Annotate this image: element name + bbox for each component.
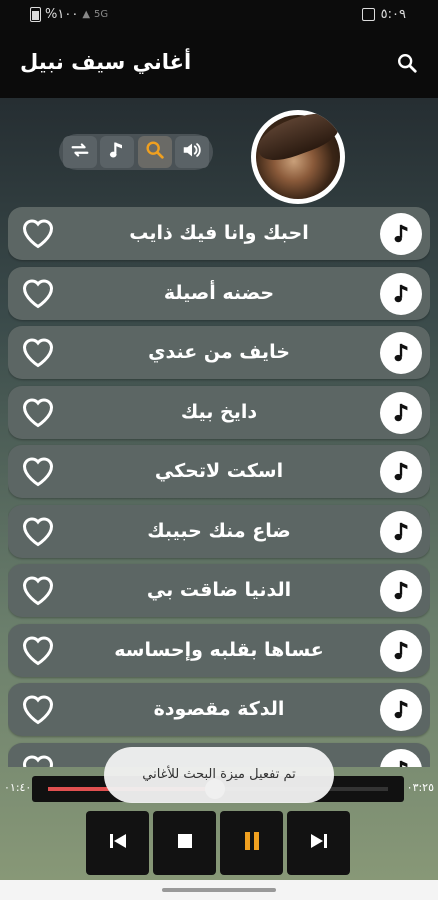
song-row[interactable]: حضنه أصيلة (8, 266, 430, 320)
music-note-icon[interactable] (380, 272, 422, 315)
favorite-heart-icon[interactable] (20, 514, 56, 552)
favorite-heart-icon[interactable] (20, 335, 56, 373)
music-note-icon[interactable] (380, 689, 422, 731)
repeat-button[interactable] (63, 136, 97, 168)
song-title: حضنه أصيلة (163, 281, 275, 304)
app-title: أغاني سيف نبيل (20, 50, 192, 74)
song-row[interactable]: دايخ بيك (8, 385, 430, 439)
music-note-icon (107, 139, 127, 165)
song-row[interactable]: ضاع منك حبيبك (8, 504, 430, 558)
home-gesture-handle[interactable] (162, 888, 276, 892)
song-row[interactable]: الدكة مقصودة (8, 683, 430, 736)
pause-icon (243, 831, 261, 855)
next-button[interactable] (287, 811, 350, 875)
favorite-heart-icon[interactable] (20, 692, 56, 730)
search-icon[interactable] (396, 52, 418, 78)
song-title: الدكة مقصودة (153, 698, 285, 720)
volume-icon (180, 139, 204, 165)
song-title: احبك وانا فيك ذايب (129, 222, 309, 244)
system-nav-bar (0, 880, 438, 900)
skip-next-icon (309, 832, 329, 854)
music-note-icon[interactable] (380, 629, 422, 672)
repeat-icon (69, 139, 91, 165)
music-note-icon[interactable] (380, 570, 422, 612)
music-note-icon[interactable] (380, 748, 422, 767)
notification-icon (361, 8, 375, 21)
favorite-heart-icon[interactable] (20, 395, 56, 433)
song-title: ضاع منك حبيبك (147, 519, 291, 542)
favorite-heart-icon[interactable] (20, 454, 56, 492)
music-button[interactable] (100, 136, 135, 168)
skip-previous-icon (108, 832, 128, 854)
battery-level: %١٠٠ (45, 7, 79, 22)
song-row[interactable]: عساها بقلبه وإحساسه (8, 623, 430, 677)
toast-message: تم تفعيل ميزة البحث للأغاني (104, 747, 334, 803)
favorite-heart-icon[interactable] (20, 633, 56, 671)
network-type: 5G (94, 9, 109, 20)
search-icon (144, 139, 166, 165)
song-title: دايخ بيك (180, 400, 258, 423)
favorite-heart-icon[interactable] (20, 573, 56, 611)
song-title: الدنيا ضاقت بي (146, 579, 292, 601)
media-toolbar (59, 134, 213, 170)
total-time: ٠٣:٢٥ (406, 781, 434, 794)
music-note-icon[interactable] (380, 332, 422, 374)
playback-controls (86, 811, 350, 875)
previous-button[interactable] (86, 811, 149, 875)
favorite-heart-icon[interactable] (20, 276, 56, 314)
stop-button[interactable] (153, 811, 216, 875)
app-bar: أغاني سيف نبيل (0, 30, 438, 98)
song-search-button[interactable] (137, 136, 172, 168)
elapsed-time: ٠١:٤٠ (4, 781, 32, 794)
status-bar: %١٠٠ ▲ 5G ٥:٠٩ (0, 0, 438, 30)
song-row[interactable]: خايف من عندي (8, 326, 430, 379)
battery-icon (30, 7, 41, 22)
volume-button[interactable] (174, 136, 209, 168)
signal-icon: ▲ (82, 9, 91, 20)
song-title: خايف من عندي (148, 341, 290, 363)
song-row[interactable]: احبك وانا فيك ذايب (8, 207, 430, 260)
clock: ٥:٠٩ (380, 7, 406, 22)
favorite-heart-icon[interactable] (20, 216, 56, 254)
song-row[interactable]: اسكت لاتحكي (8, 445, 430, 498)
song-row[interactable]: الدنيا ضاقت بي (8, 564, 430, 617)
music-note-icon[interactable] (380, 391, 422, 434)
favorite-heart-icon[interactable] (20, 752, 56, 767)
music-note-icon[interactable] (380, 213, 422, 255)
song-list: احبك وانا فيك ذايب حضنه أصيلة خايف من عن… (8, 207, 430, 767)
artist-avatar (251, 110, 345, 204)
song-title: اسكت لاتحكي (154, 460, 284, 482)
music-note-icon[interactable] (380, 451, 422, 493)
pause-button[interactable] (220, 811, 283, 875)
music-note-icon[interactable] (380, 510, 422, 553)
stop-icon (177, 833, 193, 853)
song-title: عساها بقلبه وإحساسه (114, 638, 324, 661)
